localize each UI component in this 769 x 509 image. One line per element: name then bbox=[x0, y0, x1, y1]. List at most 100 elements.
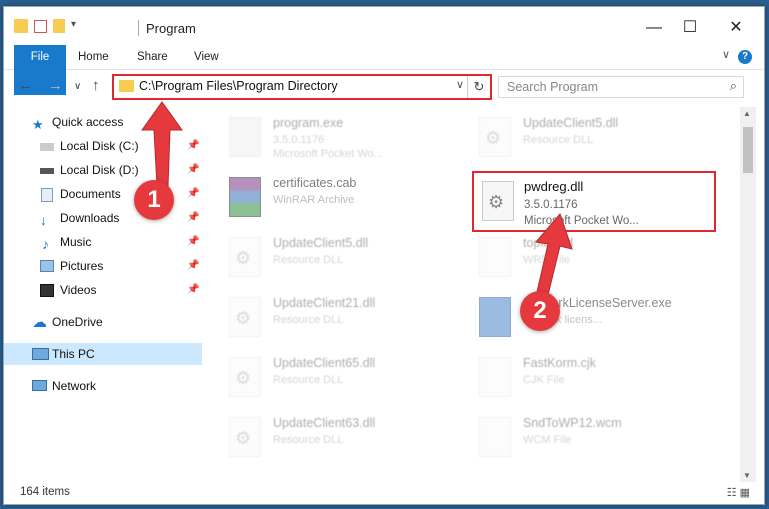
ribbon-expand-icon[interactable]: ∨ bbox=[722, 48, 730, 61]
refresh-icon[interactable]: ↻ bbox=[467, 76, 490, 98]
sidebar-item-quick-access[interactable]: ★ Quick access bbox=[4, 111, 202, 133]
file-details: WCM File bbox=[523, 434, 572, 446]
file-details: CJK File bbox=[523, 374, 565, 386]
list-item[interactable]: SndToWP12.wcm WCM File bbox=[459, 411, 699, 461]
pin-icon[interactable]: 📌 bbox=[187, 183, 199, 205]
properties-icon[interactable] bbox=[34, 19, 47, 33]
file-details: 3.5.0.1176 Microsoft Pocket Wo... bbox=[524, 199, 639, 227]
file-name: FastKorm.cjk bbox=[523, 356, 596, 370]
sidebar-item-network[interactable]: Network bbox=[4, 375, 202, 397]
file-icon bbox=[479, 417, 511, 457]
pin-icon[interactable]: 📌 bbox=[187, 255, 199, 277]
star-icon: ★ bbox=[32, 117, 44, 132]
scroll-up-icon[interactable]: ▲ bbox=[743, 109, 751, 118]
pin-icon[interactable]: 📌 bbox=[187, 231, 199, 253]
file-name: UpdateClient5.dll bbox=[523, 116, 619, 130]
file-details: Resource DLL bbox=[273, 374, 344, 386]
dll-file-icon bbox=[229, 237, 261, 277]
dll-file-icon bbox=[229, 417, 261, 457]
tab-share[interactable]: Share bbox=[137, 45, 168, 69]
navigation-bar: ← → ∨ ↑ C:\Program Files\Program Directo… bbox=[4, 70, 764, 102]
sidebar-item-label: Downloads bbox=[60, 211, 120, 225]
list-item[interactable]: UpdateClient5.dll Resource DLL bbox=[209, 231, 449, 281]
sidebar-item-music[interactable]: ♪ Music 📌 bbox=[4, 231, 202, 253]
folder-icon[interactable] bbox=[14, 19, 28, 33]
exe-file-icon bbox=[479, 297, 511, 337]
sidebar-item-local-disk-d[interactable]: Local Disk (D:) 📌 bbox=[4, 159, 202, 181]
sidebar-item-label: Local Disk (C:) bbox=[60, 139, 139, 153]
sidebar-item-label: Network bbox=[52, 379, 97, 393]
file-icon bbox=[479, 237, 511, 277]
list-item[interactable]: certificates.cab WinRAR Archive bbox=[209, 171, 449, 221]
list-item[interactable]: UpdateClient21.dll Resource DLL bbox=[209, 291, 449, 341]
step-badge-2: 2 bbox=[520, 291, 560, 331]
computer-icon bbox=[32, 348, 49, 360]
list-item[interactable]: FastKorm.cjk CJK File bbox=[459, 351, 699, 401]
sidebar-item-onedrive[interactable]: ☁ OneDrive bbox=[4, 311, 202, 333]
list-item[interactable]: UpdateClient5.dll Resource DLL bbox=[459, 111, 699, 161]
sidebar-item-downloads[interactable]: ↓ Downloads 📌 bbox=[4, 207, 202, 229]
up-icon[interactable]: ↑ bbox=[92, 77, 100, 94]
sidebar-item-videos[interactable]: Videos 📌 bbox=[4, 279, 202, 301]
sidebar-item-pictures[interactable]: Pictures 📌 bbox=[4, 255, 202, 277]
sidebar-item-this-pc[interactable]: This PC bbox=[4, 343, 202, 365]
maximize-button[interactable]: ☐ bbox=[670, 15, 710, 41]
file-details: 3.5.0.1176 Microsoft Pocket Wo... bbox=[273, 134, 383, 160]
pin-icon[interactable]: 📌 bbox=[187, 279, 199, 301]
pin-icon[interactable]: 📌 bbox=[187, 135, 199, 157]
minimize-button[interactable]: — bbox=[634, 15, 674, 41]
tab-view[interactable]: View bbox=[194, 45, 219, 69]
search-input[interactable]: Search Program ⌕ bbox=[498, 76, 744, 98]
list-item[interactable]: topic.wrd WRD File bbox=[459, 231, 699, 281]
dll-file-icon bbox=[229, 297, 261, 337]
navigation-pane: ★ Quick access Local Disk (C:) 📌 Local D… bbox=[4, 111, 202, 491]
back-icon[interactable]: ← bbox=[18, 77, 33, 94]
document-icon bbox=[41, 188, 53, 202]
forward-icon[interactable]: → bbox=[48, 77, 63, 94]
dll-file-icon bbox=[482, 181, 514, 221]
archive-file-icon bbox=[229, 177, 261, 217]
list-item[interactable]: UpdateClient63.dll Resource DLL bbox=[209, 411, 449, 461]
file-list: program.exe 3.5.0.1176 Microsoft Pocket W… bbox=[209, 107, 739, 482]
pin-icon[interactable]: 📌 bbox=[187, 159, 199, 181]
address-path[interactable]: C:\Program Files\Program Directory bbox=[139, 79, 338, 93]
item-count: 164 items bbox=[20, 486, 70, 498]
file-name: program.exe bbox=[273, 116, 344, 130]
file-details: WRD File bbox=[523, 254, 571, 266]
recent-locations-icon[interactable]: ∨ bbox=[74, 81, 81, 92]
customize-toolbar-icon[interactable]: ▾ bbox=[71, 19, 85, 33]
drive-icon bbox=[40, 143, 54, 151]
list-item[interactable]: program.exe 3.5.0.1176 Microsoft Pocket W… bbox=[209, 111, 449, 161]
search-icon[interactable]: ⌕ bbox=[730, 78, 737, 94]
sidebar-item-label: Pictures bbox=[60, 259, 104, 273]
highlighted-file-pwdreg[interactable]: pwdreg.dll 3.5.0.1176Microsoft Pocket Wo… bbox=[472, 171, 716, 232]
sidebar-item-local-disk-c[interactable]: Local Disk (C:) 📌 bbox=[4, 135, 202, 157]
new-folder-icon[interactable] bbox=[53, 19, 65, 33]
list-item[interactable]: UpdateClient65.dll Resource DLL bbox=[209, 351, 449, 401]
vertical-scrollbar[interactable]: ▲ ▼ bbox=[740, 107, 756, 482]
sidebar-item-label: This PC bbox=[52, 347, 95, 361]
file-name: UpdateClient5.dll bbox=[273, 236, 369, 250]
pin-icon[interactable]: 📌 bbox=[187, 207, 199, 229]
address-bar[interactable]: C:\Program Files\Program Directory ∨ ↻ bbox=[112, 74, 492, 100]
window-title: Program bbox=[146, 21, 196, 36]
chevron-down-icon[interactable]: ∨ bbox=[456, 78, 464, 91]
file-name: UpdateClient21.dll bbox=[273, 296, 376, 310]
explorer-window: ▾ Program — ☐ ✕ File Home Share View ∨ ?… bbox=[3, 6, 765, 505]
tab-home[interactable]: Home bbox=[78, 45, 109, 69]
sidebar-item-label: Local Disk (D:) bbox=[60, 163, 139, 177]
exe-file-icon bbox=[229, 117, 261, 157]
picture-icon bbox=[40, 260, 54, 272]
file-name: certificates.cab bbox=[273, 176, 357, 190]
sidebar-item-label: OneDrive bbox=[52, 315, 103, 329]
ribbon-tabs: File Home Share View ∨ ? bbox=[4, 45, 764, 95]
network-icon bbox=[32, 380, 47, 391]
scroll-down-icon[interactable]: ▼ bbox=[743, 471, 751, 480]
scrollbar-thumb[interactable] bbox=[743, 127, 753, 173]
help-icon[interactable]: ? bbox=[738, 50, 752, 64]
close-button[interactable]: ✕ bbox=[716, 15, 756, 41]
view-toggle-icons[interactable]: ☷ ▦ bbox=[727, 486, 750, 499]
title-separator bbox=[138, 20, 139, 36]
list-item[interactable]: NetworkLicenseServer.exe network licens.… bbox=[459, 291, 699, 341]
step-badge-1: 1 bbox=[134, 180, 174, 220]
